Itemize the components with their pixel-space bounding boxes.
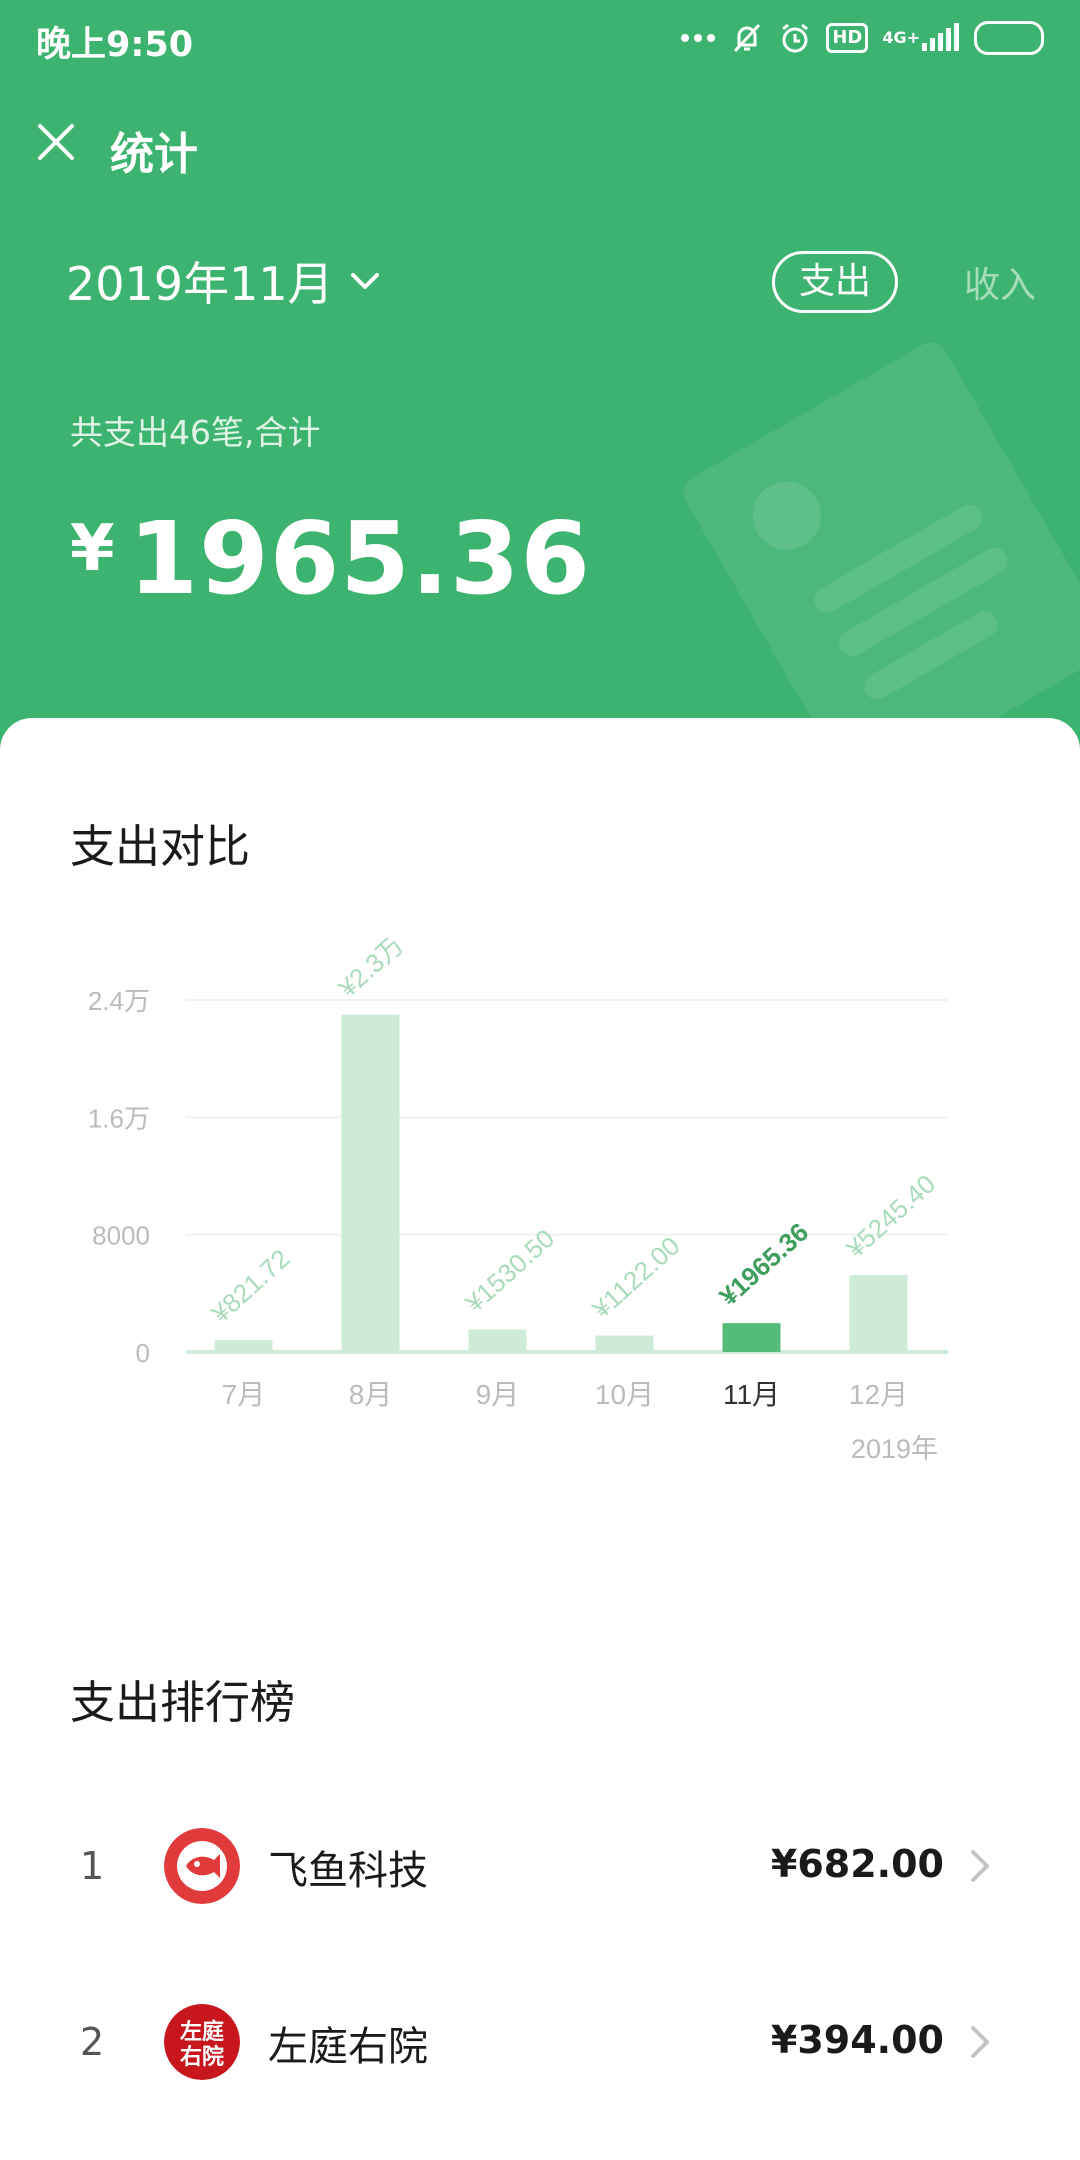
- more-dots-icon: [680, 33, 716, 43]
- chevron-right-icon: [971, 1850, 989, 1882]
- tab-expense[interactable]: 支出: [771, 251, 898, 313]
- x-tick-label: 12月: [849, 1379, 908, 1410]
- data-label: ¥821.72: [205, 1243, 296, 1329]
- y-tick-label: 0: [136, 1338, 150, 1368]
- ranking-row[interactable]: 2 左庭 右院 左庭右院 ¥394.00: [0, 1988, 1080, 2098]
- battery-icon: 87: [974, 21, 1044, 55]
- battery-percent: 87: [995, 26, 1023, 50]
- alarm-icon: [778, 21, 812, 55]
- month-picker[interactable]: 2019年11月: [66, 248, 382, 314]
- merchant-amount: ¥682.00: [770, 1842, 944, 1886]
- bar: [595, 1335, 654, 1352]
- svg-text:右院: 右院: [180, 2044, 224, 2070]
- hd-badge: HD: [826, 23, 869, 53]
- zuoting-logo: 左庭 右院: [164, 2004, 240, 2080]
- tab-income[interactable]: 收入: [964, 256, 1036, 308]
- ranking-row[interactable]: 1 飞鱼科技 ¥682.00: [0, 1812, 1080, 1922]
- total-amount: ¥ 1965.36: [70, 500, 591, 617]
- x-axis-year: 2019年: [851, 1434, 938, 1464]
- total-value: 1965.36: [128, 500, 591, 617]
- status-icons: HD 4G+ 87: [680, 18, 1044, 58]
- header: 晚上9:50 HD 4G+ 87 统计 2019年11月 支出 收入 共支出46…: [0, 0, 1080, 760]
- x-tick-label: 11月: [723, 1379, 780, 1410]
- bar: [849, 1275, 908, 1352]
- data-label: ¥2.3万: [332, 938, 410, 1004]
- merchant-amount: ¥394.00: [770, 2018, 944, 2062]
- svg-text:左庭: 左庭: [180, 2019, 224, 2045]
- y-tick-label: 8000: [92, 1221, 150, 1251]
- network-type: 4G+: [882, 28, 920, 47]
- signal-icon: 4G+: [882, 23, 960, 53]
- x-tick-label: 10月: [595, 1379, 654, 1410]
- bar: [722, 1323, 781, 1352]
- close-icon: [38, 124, 74, 160]
- x-tick-label: 7月: [222, 1379, 266, 1410]
- rank-number: 2: [80, 2020, 105, 2064]
- summary-label: 共支出46笔,合计: [70, 413, 321, 452]
- data-label: ¥5245.40: [840, 1169, 941, 1265]
- comparison-title: 支出对比: [70, 820, 251, 873]
- chevron-right-icon: [971, 2026, 989, 2058]
- stats-card: 支出对比 0 8000 1.6万 2.4万 ¥821.72 7月 ¥2.3万 8月 ¥1530.…: [0, 718, 1080, 2160]
- expense-bar-chart: 0 8000 1.6万 2.4万 ¥821.72 7月 ¥2.3万 8月 ¥1530.50 9月 ¥…: [88, 938, 948, 1464]
- rank-number: 1: [80, 1844, 105, 1888]
- status-bar: 晚上9:50 HD 4G+ 87: [0, 0, 1080, 78]
- merchant-name: 左庭右院: [268, 2024, 428, 2070]
- data-label: ¥1122.00: [586, 1230, 686, 1324]
- type-toggle: 支出 收入: [771, 251, 1036, 313]
- total-currency: ¥: [70, 512, 115, 586]
- x-tick-label: 8月: [349, 1379, 393, 1410]
- toolbar: 统计: [0, 104, 1080, 184]
- month-label: 2019年11月: [66, 257, 334, 311]
- y-tick-label: 1.6万: [88, 1103, 150, 1133]
- close-button[interactable]: [28, 114, 84, 170]
- chevron-down-icon: [350, 273, 379, 289]
- data-label: ¥1530.50: [459, 1223, 560, 1319]
- page-title: 统计: [110, 129, 198, 180]
- bar: [214, 1339, 273, 1352]
- status-time: 晚上9:50: [36, 25, 194, 65]
- merchant-name: 飞鱼科技: [268, 1848, 428, 1894]
- mute-bell-icon: [730, 21, 764, 55]
- x-tick-label: 9月: [476, 1379, 520, 1410]
- bar: [341, 1014, 400, 1352]
- y-tick-label: 2.4万: [88, 986, 150, 1016]
- feiyu-logo: [164, 1828, 240, 1904]
- bar: [468, 1329, 527, 1352]
- ranking-title: 支出排行榜: [70, 1676, 296, 1729]
- data-label: ¥1965.36: [713, 1217, 814, 1312]
